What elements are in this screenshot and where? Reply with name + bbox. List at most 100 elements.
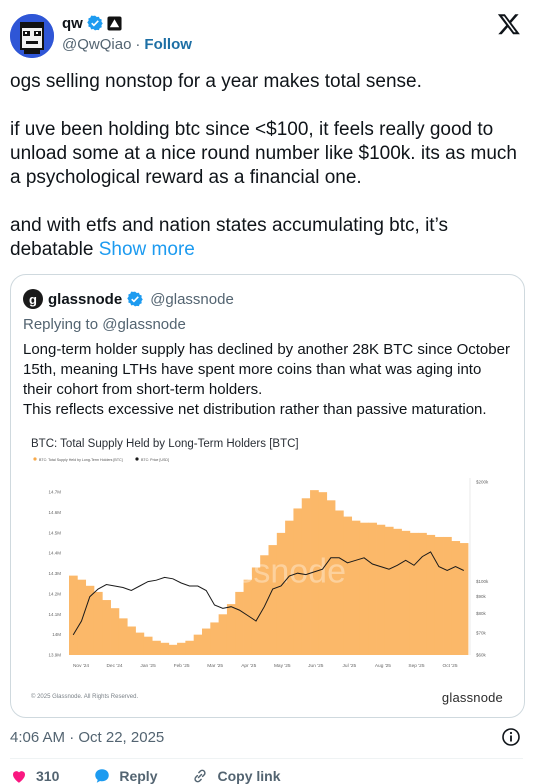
supply-bar: [202, 628, 211, 655]
info-icon[interactable]: [501, 727, 521, 747]
supply-bar: [226, 604, 236, 655]
x-axis-tick: Apr '25: [241, 663, 256, 669]
left-axis-tick: 14.2M: [48, 591, 61, 596]
supply-bar: [177, 642, 186, 655]
supply-bar: [93, 591, 103, 655]
x-axis-tick: Mar '25: [207, 663, 223, 669]
link-icon: [194, 769, 207, 783]
author-avatar[interactable]: [10, 14, 54, 58]
quoted-author-row: g glassnode @glassnode: [23, 289, 234, 309]
supply-bar: [218, 614, 228, 655]
x-axis-tick: Nov '24: [73, 663, 89, 669]
author-name-row: qw: [62, 13, 122, 33]
supply-bar: [409, 532, 419, 655]
legend-price-label: BTC: Price [USD]: [141, 458, 169, 462]
supply-bar: [393, 528, 402, 655]
supply-bar: [351, 520, 361, 655]
quoted-text: Long-term holder supply has declined by …: [23, 340, 513, 420]
legend-supply-marker: [33, 457, 37, 461]
author-handle[interactable]: @QwQiao: [62, 36, 131, 53]
supply-bar: [69, 575, 78, 655]
tweet-timestamp[interactable]: 4:06 AM · Oct 22, 2025: [10, 729, 164, 746]
reply-button[interactable]: Reply: [93, 767, 157, 784]
glassnode-avatar-icon[interactable]: g: [23, 289, 43, 309]
tweet-body: ogs selling nonstop for a year makes tot…: [10, 70, 525, 262]
supply-bar: [143, 636, 153, 655]
supply-bar: [110, 608, 120, 655]
follow-button[interactable]: Follow: [144, 36, 192, 53]
left-axis-tick: 14.1M: [48, 612, 61, 617]
tweet-paragraph-1: ogs selling nonstop for a year makes tot…: [10, 71, 422, 92]
x-axis-tick: Dec '24: [106, 663, 122, 669]
supply-bar: [235, 591, 244, 655]
supply-bar: [368, 522, 377, 655]
author-display-name[interactable]: qw: [62, 15, 83, 32]
replying-to-label: Replying to @glassnode: [23, 316, 186, 333]
legend-supply-label: BTC: Total Supply Held by Long-Term Hold…: [39, 458, 123, 462]
copy-link-label: Copy link: [217, 768, 281, 784]
x-axis-tick: May '25: [274, 663, 291, 669]
x-axis-tick: Aug '25: [375, 663, 391, 669]
supply-bar: [459, 543, 469, 655]
quoted-tweet[interactable]: g glassnode @glassnode Replying to @glas…: [10, 274, 525, 718]
left-axis-tick: 14.7M: [48, 490, 61, 495]
chart-title: BTC: Total Supply Held by Long-Term Hold…: [31, 438, 299, 450]
supply-bar: [451, 541, 461, 655]
chart-copyright: © 2025 Glassnode. All Rights Reserved.: [31, 694, 139, 700]
supply-bar: [276, 532, 286, 655]
right-axis-tick: $60k: [476, 653, 487, 658]
supply-bar: [359, 522, 369, 655]
x-axis-tick: Feb '25: [174, 663, 190, 669]
left-axis-tick: 14M: [52, 632, 61, 637]
x-axis-tick: Jun '25: [308, 663, 324, 669]
like-count: 310: [36, 768, 60, 784]
pixel-face-icon: [10, 14, 54, 58]
lth-supply-chart: BTC: Total Supply Held by Long-Term Hold…: [33, 457, 489, 669]
left-axis-tick: 14.3M: [48, 571, 61, 576]
tweet-paragraph-2: if uve been holding btc since <$100, it …: [10, 119, 523, 188]
legend-price-marker: [135, 457, 139, 461]
author-handle-row: @QwQiao · Follow: [62, 36, 192, 53]
quoted-handle[interactable]: @glassnode: [150, 291, 234, 308]
supply-bar: [135, 632, 145, 655]
right-axis-tick: $100k: [476, 579, 489, 584]
heart-icon: [13, 771, 25, 783]
show-more-link[interactable]: Show more: [99, 239, 195, 260]
footer-divider: [10, 758, 523, 759]
x-axis-tick: Jul '25: [343, 663, 357, 669]
supply-bar: [443, 536, 452, 655]
supply-bar: [376, 524, 386, 655]
quoted-text-line-2: This reflects excessive net distribution…: [23, 401, 487, 418]
x-axis-tick: Sep '25: [408, 663, 424, 669]
supply-bar: [185, 640, 195, 655]
supply-bar: [401, 530, 411, 655]
right-axis-tick: $70k: [476, 630, 487, 635]
copy-link-button[interactable]: Copy link: [191, 767, 281, 784]
x-axis-tick: Oct '25: [442, 663, 457, 669]
x-logo-icon[interactable]: [497, 12, 521, 36]
tweet-header: qw @QwQiao · Follow: [10, 8, 523, 60]
left-axis-tick: 14.4M: [48, 551, 61, 556]
supply-bar: [127, 626, 136, 655]
chart-brand-logo: glassnode: [441, 690, 503, 705]
supply-bar: [418, 532, 427, 655]
supply-bar: [384, 526, 394, 655]
supply-bar: [210, 622, 220, 655]
like-button[interactable]: 310: [10, 767, 59, 784]
chart-image[interactable]: BTC: Total Supply Held by Long-Term Hold…: [21, 430, 515, 712]
affiliate-triangle-icon: [107, 15, 122, 31]
verified-badge-icon: [87, 15, 103, 31]
tweet-paragraph-3-text: and with etfs and nation states accumula…: [10, 215, 454, 260]
left-axis-tick: 14.5M: [48, 530, 61, 535]
supply-bar: [160, 642, 170, 655]
quoted-text-line-1: Long-term holder supply has declined by …: [23, 341, 515, 398]
separator-dot: ·: [135, 36, 141, 53]
supply-bar: [152, 640, 161, 655]
chart-watermark: glassnode: [191, 553, 346, 591]
quoted-display-name[interactable]: glassnode: [48, 291, 122, 308]
supply-bar: [434, 536, 444, 655]
quoted-verified-badge-icon: [127, 291, 143, 307]
action-bar: 310 Reply Copy link: [10, 766, 523, 784]
supply-bar: [118, 618, 128, 655]
tweet-paragraph-3: and with etfs and nation states accumula…: [10, 214, 525, 262]
